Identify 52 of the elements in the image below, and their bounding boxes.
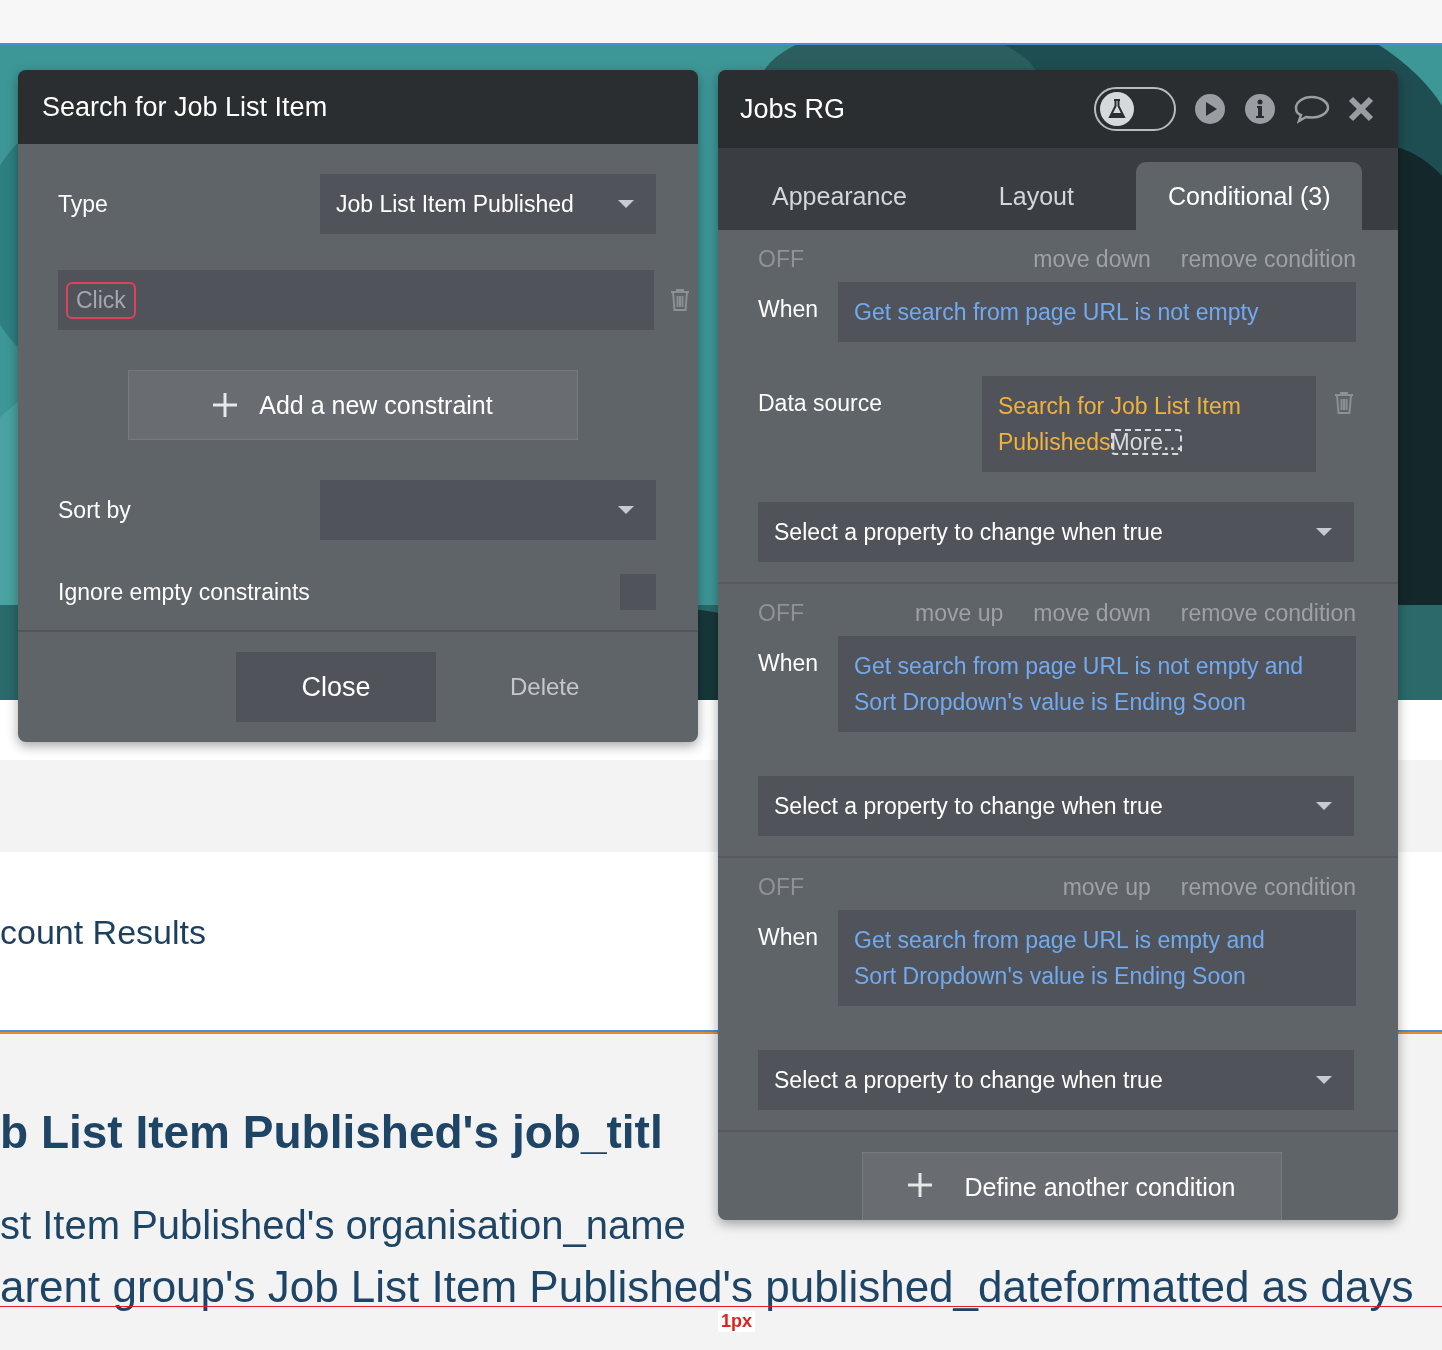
tab[interactable]: Appearance [742,162,937,230]
action-link[interactable]: move down [1033,245,1151,273]
close-button[interactable]: Close [236,652,436,722]
caret-icon [1316,802,1332,810]
action-link[interactable]: move down [1033,599,1151,627]
play-icon[interactable] [1194,93,1226,125]
more-link[interactable]: More... [1110,429,1183,455]
property-dropdown[interactable]: Select a property to change when true [758,776,1354,836]
flask-icon [1107,99,1127,119]
caret-icon [1316,528,1332,536]
delete-button[interactable]: Delete [510,652,580,722]
action-link[interactable]: remove condition [1180,873,1356,901]
title-text: b List Item Published's job_titl [0,1105,663,1160]
text-line: st Item Published's organisation_name [0,1202,686,1249]
expression-chip[interactable]: Click [66,281,136,319]
comment-icon[interactable] [1294,94,1330,124]
dropdown-value: Job List Item Published [336,190,574,218]
tab[interactable]: Layout [966,162,1106,230]
measure-label: 1px [718,1311,756,1332]
panel-title: Search for Job List Item [42,91,328,123]
property-dropdown[interactable]: Select a property to change when true [758,502,1354,562]
define-condition-button[interactable]: Define another condition [862,1152,1282,1220]
caret-icon [618,200,634,208]
action-link[interactable]: move up [915,599,1004,627]
field-label: When [758,923,820,952]
action-link[interactable]: remove condition [1180,599,1356,627]
field-label: Sort by [58,496,131,524]
field-label: Type [58,190,108,218]
text-line: arent group's Job List Item Published's published_dateformatted as days [0,1261,1414,1313]
action-link[interactable]: move up [1062,873,1151,901]
data-source-field[interactable]: Search for Job List Item PublishedsMore... [982,376,1316,472]
plus-icon [213,393,238,417]
constraint-field[interactable]: Click [58,270,654,330]
property-dropdown[interactable]: Select a property to change when true [758,1050,1354,1110]
tab[interactable]: Conditional (3) [1135,162,1363,230]
field-label: Data source [758,389,883,417]
field-label: When [758,649,820,678]
caret-icon [1316,1076,1332,1084]
expression-field[interactable]: Get search from page URL is not empty [838,282,1356,342]
field-label: Ignore empty constraints [58,578,310,606]
action-link[interactable]: remove condition [1180,245,1356,273]
info-icon[interactable] [1244,93,1276,125]
close-icon[interactable] [1348,96,1374,122]
panel-title: Jobs RG [740,93,847,125]
expression-field[interactable]: Get search from page URL is not empty and Sort Dropdown's value is Ending Soon [838,636,1356,732]
type-dropdown[interactable]: Job List Item Published [320,174,656,234]
add-constraint-button[interactable]: Add a new constraint [128,370,578,440]
toggle-switch[interactable] [1094,87,1176,131]
expression-field[interactable]: Get search from page URL is empty and Sort Dropdown's value is Ending Soon [838,910,1356,1006]
field-label: When [758,295,820,324]
caret-icon [618,506,634,514]
results-label: count Results [0,912,206,952]
